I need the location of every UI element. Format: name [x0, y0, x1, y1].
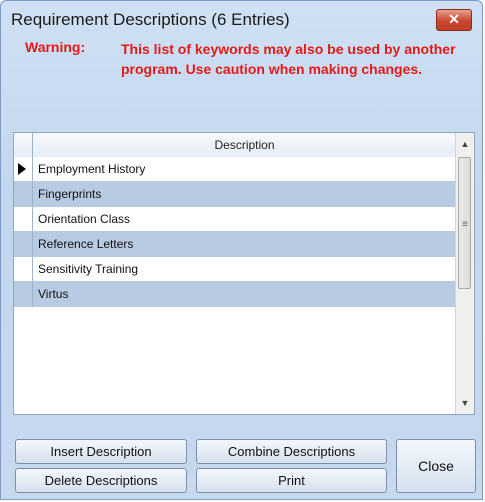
scroll-thumb[interactable]: ≡	[458, 157, 471, 289]
row-selector[interactable]	[14, 157, 33, 181]
warning-text: This list of keywords may also be used b…	[121, 41, 456, 77]
vertical-scrollbar[interactable]: ▲ ≡ ▼	[455, 133, 474, 414]
table-row[interactable]: Virtus	[14, 282, 456, 307]
close-window-icon[interactable]: ✕	[436, 9, 472, 31]
row-selector[interactable]	[14, 207, 33, 231]
row-description: Employment History	[38, 162, 146, 176]
table-row[interactable]: Reference Letters	[14, 232, 456, 257]
row-description: Fingerprints	[38, 187, 102, 201]
row-selector-header	[14, 133, 33, 157]
row-selector[interactable]	[14, 257, 33, 281]
table-row[interactable]: Orientation Class	[14, 207, 456, 232]
window-title: Requirement Descriptions (6 Entries)	[11, 10, 290, 29]
print-button[interactable]: Print	[196, 468, 387, 493]
grid-rows: Employment History Fingerprints Orientat…	[14, 157, 456, 307]
combine-descriptions-button[interactable]: Combine Descriptions	[196, 439, 387, 464]
row-selector[interactable]	[14, 182, 33, 206]
column-header-description[interactable]: Description	[33, 133, 456, 157]
row-description: Sensitivity Training	[38, 262, 139, 276]
delete-descriptions-button[interactable]: Delete Descriptions	[15, 468, 187, 493]
scroll-down-icon[interactable]: ▼	[456, 394, 474, 412]
row-description: Orientation Class	[38, 212, 131, 226]
title-bar: Requirement Descriptions (6 Entries) ✕	[1, 1, 482, 35]
row-description: Virtus	[38, 287, 69, 301]
row-description: Reference Letters	[38, 237, 134, 251]
table-row[interactable]: Employment History	[14, 157, 456, 182]
requirement-descriptions-dialog: Requirement Descriptions (6 Entries) ✕ W…	[0, 0, 483, 500]
close-button[interactable]: Close	[396, 439, 476, 493]
row-selector[interactable]	[14, 232, 33, 256]
warning-label: Warning:	[25, 39, 86, 55]
scroll-grip-icon: ≡	[462, 219, 468, 230]
insert-description-button[interactable]: Insert Description	[15, 439, 187, 464]
table-row[interactable]: Sensitivity Training	[14, 257, 456, 282]
current-row-arrow-icon	[18, 163, 26, 175]
grid-header: Description	[14, 133, 456, 158]
description-grid[interactable]: Description Employment History Fingerpri…	[13, 132, 475, 415]
table-row[interactable]: Fingerprints	[14, 182, 456, 207]
row-selector[interactable]	[14, 282, 33, 306]
scroll-up-icon[interactable]: ▲	[456, 135, 474, 153]
